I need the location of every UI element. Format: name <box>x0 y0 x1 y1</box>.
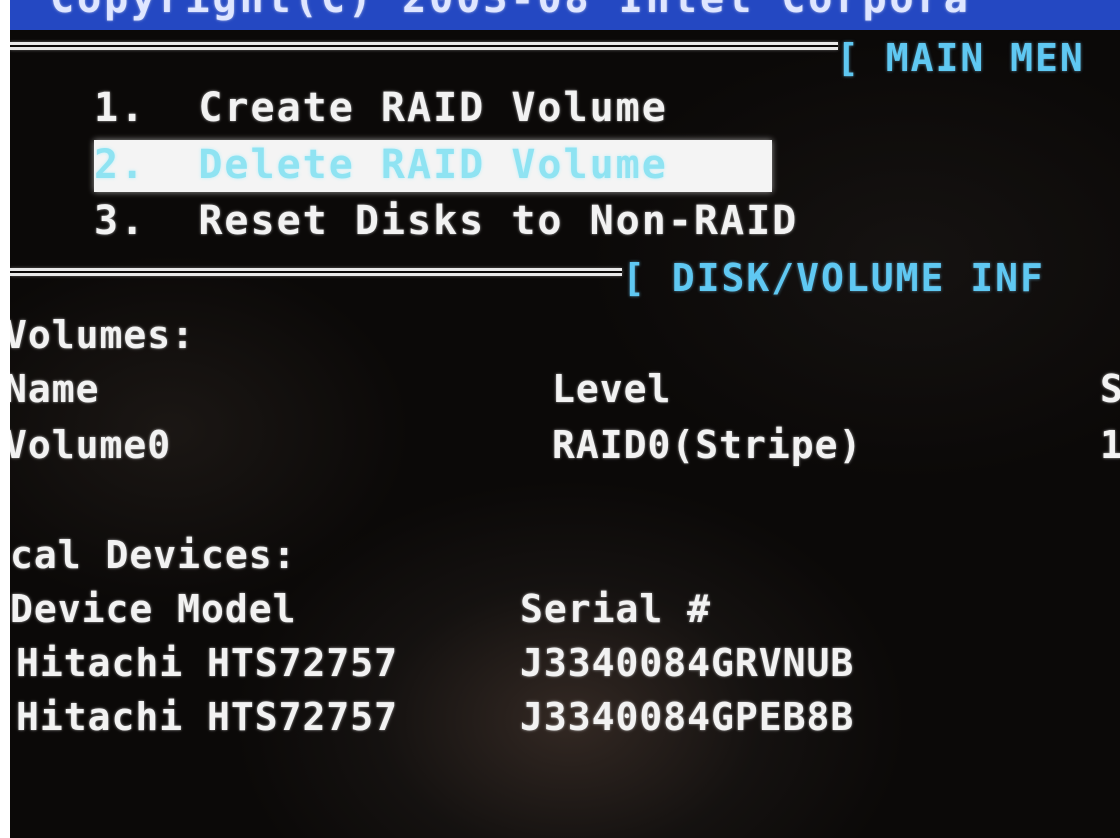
main-menu-header-text: [ MAIN MEN <box>836 36 1085 80</box>
menu-item-number: 3. <box>94 198 147 244</box>
menu-item-label: Create RAID Volume <box>198 85 668 131</box>
volumes-title: Volumes: <box>10 313 196 357</box>
copyright-text: Copyright(C) 2003-08 Intel Corpora <box>50 0 971 22</box>
disk-info-header-text: [ DISK/VOLUME INF <box>622 256 1045 300</box>
devices-title: cal Devices: <box>10 533 297 577</box>
devices-col-model: Device Model <box>10 587 297 631</box>
volume-level: RAID0(Stripe) <box>552 423 863 467</box>
bios-raid-screen: Copyright(C) 2003-08 Intel Corpora [ MAI… <box>10 0 1120 838</box>
devices-col-serial: Serial # <box>520 587 712 631</box>
menu-item-label: Delete RAID Volume <box>198 142 668 188</box>
menu-item-reset-disks[interactable]: 3. Reset Disks to Non-RAID <box>94 201 798 241</box>
device-serial: J3340084GRVNUB <box>520 641 855 685</box>
menu-item-number: 2. <box>94 142 147 188</box>
device-serial: J3340084GPEB8B <box>520 695 855 739</box>
device-model: Hitachi HTS72757 <box>16 641 399 685</box>
main-menu-header: [ MAIN MEN <box>836 36 1085 80</box>
volume-name: Volume0 <box>10 423 172 467</box>
menu-item-number: 1. <box>94 85 147 131</box>
menu-item-create-raid[interactable]: 1. Create RAID Volume <box>94 88 668 128</box>
main-menu-divider <box>10 42 838 50</box>
volumes-col-level: Level <box>552 367 672 411</box>
volumes-col-size: S <box>1100 367 1120 411</box>
top-title-bar: Copyright(C) 2003-08 Intel Corpora <box>10 0 1120 30</box>
menu-item-label: Reset Disks to Non-RAID <box>198 198 799 244</box>
disk-info-header: [ DISK/VOLUME INF <box>622 256 1045 300</box>
menu-item-delete-raid[interactable]: 2. Delete RAID Volume <box>94 145 668 185</box>
volume-size: 1 <box>1100 423 1120 467</box>
volumes-col-name: Name <box>10 367 100 411</box>
disk-info-divider <box>10 268 622 276</box>
device-model: Hitachi HTS72757 <box>16 695 399 739</box>
